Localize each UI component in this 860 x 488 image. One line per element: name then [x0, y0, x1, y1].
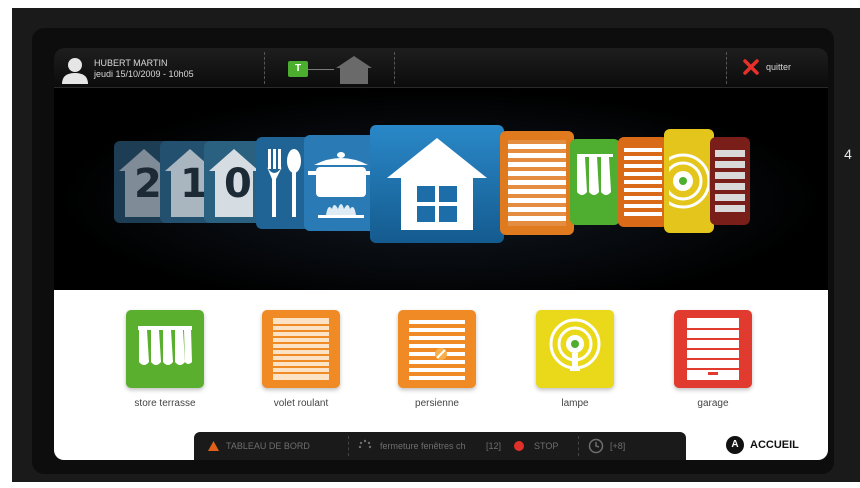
- date-time: jeudi 15/10/2009 - 10h05: [94, 69, 194, 79]
- mode-badge[interactable]: T: [288, 61, 308, 77]
- cooking-pot-icon: [308, 152, 374, 218]
- header-divider: [726, 52, 727, 84]
- status-divider: [348, 436, 349, 456]
- lamp-icon: [549, 318, 601, 371]
- page-number: 4: [844, 146, 852, 162]
- device-persienne[interactable]: [398, 310, 476, 388]
- device-label: volet roulant: [273, 398, 329, 409]
- user-name: HUBERT MARTIN: [94, 58, 168, 68]
- device-label: garage: [697, 398, 729, 409]
- cutlery-icon: [267, 149, 301, 217]
- device-garage[interactable]: [674, 310, 752, 388]
- carousel-item-home-selected[interactable]: [370, 125, 504, 243]
- quit-button[interactable]: quitter: [766, 62, 791, 72]
- header-divider: [394, 52, 395, 84]
- garage-icon: [687, 318, 739, 380]
- closing-status: fermeture fenêtres ch: [380, 441, 466, 451]
- mode-connector: [308, 69, 334, 70]
- garage-icon: [715, 150, 745, 212]
- header-divider: [264, 52, 265, 84]
- carousel-item-garage[interactable]: [710, 137, 750, 225]
- dashboard-button[interactable]: TABLEAU DE BORD: [226, 441, 310, 451]
- home-badge-icon[interactable]: A: [726, 436, 744, 454]
- shutter-icon: [624, 148, 662, 216]
- warning-icon: [208, 441, 219, 451]
- stop-icon[interactable]: [514, 441, 524, 451]
- timer-value: [+8]: [610, 441, 626, 451]
- user-avatar-icon: [62, 58, 88, 84]
- device-label: lampe: [561, 398, 589, 409]
- close-icon[interactable]: [742, 58, 760, 76]
- carousel-item-awning[interactable]: [570, 139, 620, 225]
- device-lampe[interactable]: [536, 310, 614, 388]
- roller-shutter-icon: [273, 318, 329, 380]
- shutter-icon: [409, 320, 465, 380]
- header-bar: HUBERT MARTIN jeudi 15/10/2009 - 10h05 T…: [54, 48, 828, 88]
- carousel-item-lamp[interactable]: [664, 129, 714, 233]
- touch-screen: HUBERT MARTIN jeudi 15/10/2009 - 10h05 T…: [54, 48, 828, 460]
- awning-icon: [138, 326, 192, 365]
- status-divider: [578, 436, 579, 456]
- floor-number: 2: [134, 161, 162, 207]
- spinner-icon: [358, 439, 372, 449]
- clock-icon: [588, 438, 604, 454]
- room-carousel[interactable]: 2 1 0: [54, 89, 828, 310]
- home-icon: [387, 138, 487, 230]
- carousel-item-roller-shutter[interactable]: [500, 131, 574, 235]
- floor-number: 0: [224, 161, 252, 207]
- device-store-terrasse[interactable]: [126, 310, 204, 388]
- home-button[interactable]: ACCUEIL: [750, 439, 799, 451]
- device-volet-roulant[interactable]: [262, 310, 340, 388]
- awning-icon: [577, 154, 613, 195]
- device-label: persienne: [415, 398, 459, 409]
- status-bar: TABLEAU DE BORD fermeture fenêtres ch [1…: [194, 432, 686, 460]
- carousel-item-floor-0[interactable]: 0: [204, 141, 264, 223]
- carousel-item-cooking[interactable]: [304, 135, 378, 231]
- carousel-item-shutter[interactable]: [618, 137, 668, 227]
- closing-count: [12]: [486, 441, 502, 451]
- device-label: store terrasse: [134, 398, 196, 409]
- lamp-icon: [669, 153, 709, 209]
- roller-shutter-icon: [508, 140, 566, 226]
- home-mode-icon[interactable]: [334, 54, 374, 84]
- stop-button[interactable]: STOP: [534, 441, 558, 451]
